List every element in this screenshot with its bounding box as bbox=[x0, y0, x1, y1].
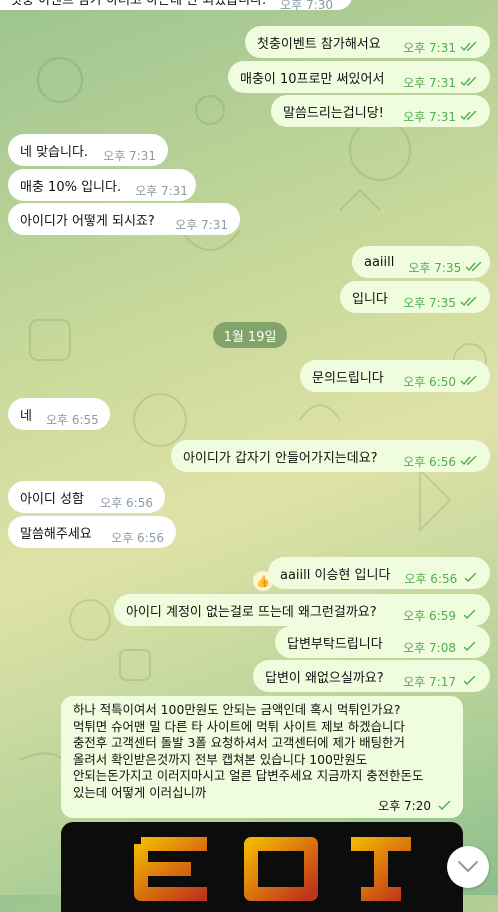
image-message[interactable] bbox=[61, 822, 463, 912]
message-outgoing[interactable]: 아이디가 갑자기 안들어가지는데요? 오후 6:56 bbox=[171, 440, 490, 472]
message-text: 문의드립니다 bbox=[312, 370, 384, 386]
message-text: 답변부탁드립니다 bbox=[287, 636, 383, 652]
message-line: 안되는돈가지고 이러지마시고 얼른 답변주세요 지금까지 충전한돈도 bbox=[73, 768, 424, 783]
message-incoming[interactable]: 네 오후 6:55 bbox=[8, 398, 110, 430]
message-time: 오후 7:31 bbox=[403, 74, 478, 91]
message-text: 말씀해주세요 bbox=[20, 526, 92, 542]
check-icon bbox=[463, 610, 476, 619]
message-line: 충전후 고객센터 돌발 3폴 요청하셔서 고객센터에 제가 배팅한거 bbox=[73, 735, 405, 750]
message-outgoing-long[interactable]: 하나 적특이여서 100만원도 안되는 금액인데 혹시 먹튀인가요? 먹튀면 슈… bbox=[61, 696, 463, 818]
message-time: 오후 6:56 bbox=[111, 530, 164, 545]
message-text: 네 맞습니다. bbox=[20, 144, 89, 160]
message-outgoing[interactable]: 입니다 오후 7:35 bbox=[340, 281, 490, 313]
check-icon bbox=[463, 676, 476, 685]
message-time: 오후 7:31 bbox=[403, 39, 478, 56]
message-time: 오후 6:55 bbox=[45, 412, 99, 427]
message-text: 아이디가 어떻게 되시죠? bbox=[20, 213, 155, 229]
message-outgoing[interactable]: 답변부탁드립니다 오후 7:08 bbox=[275, 626, 490, 658]
message-time: 오후 6:56 bbox=[100, 495, 153, 510]
message-text: aaiill 이승현 입니다 bbox=[280, 567, 391, 583]
message-text: 입니다 bbox=[352, 291, 388, 307]
check-icon bbox=[463, 642, 476, 651]
double-check-icon bbox=[465, 262, 482, 272]
message-text: aaiill bbox=[364, 254, 395, 270]
message-incoming[interactable]: 아이디 성함 오후 6:56 bbox=[8, 481, 165, 513]
message-time: 오후 6:56 bbox=[403, 453, 478, 470]
message-time: 오후 6:56 bbox=[404, 570, 479, 587]
double-check-icon bbox=[460, 376, 477, 386]
message-text: 첫충 이벤트 참가 하려고 하는데 안 되었습니다. bbox=[10, 0, 267, 8]
partial-message-top: 첫충 이벤트 참가 하려고 하는데 안 되었습니다. 오후 7:30 bbox=[0, 0, 352, 10]
message-text: 아이디 계정이 없는걸로 뜨는데 왜그런걸까요? bbox=[126, 604, 377, 620]
message-time: 오후 6:59 bbox=[403, 607, 478, 624]
logo-image bbox=[134, 837, 411, 901]
message-outgoing[interactable]: 매충이 10프로만 써있어서 오후 7:31 bbox=[228, 61, 490, 93]
message-text: 답변이 왜없으실까요? bbox=[265, 670, 384, 686]
message-time: 오후 7:35 bbox=[403, 294, 478, 311]
double-check-icon bbox=[460, 456, 477, 466]
double-check-icon bbox=[460, 42, 477, 52]
check-icon bbox=[438, 800, 451, 810]
message-text: 첫충이벤트 참가해서요 bbox=[257, 36, 381, 52]
message-outgoing[interactable]: 답변이 왜없으실까요? 오후 7:17 bbox=[253, 660, 490, 692]
message-text: 아이디가 갑자기 안들어가지는데요? bbox=[183, 450, 378, 466]
message-line: 하나 적특이여서 100만원도 안되는 금액인데 혹시 먹튀인가요? bbox=[73, 702, 401, 717]
message-time: 오후 6:50 bbox=[403, 373, 478, 390]
message-time: 오후 7:17 bbox=[403, 673, 478, 690]
message-time: 오후 7:20 bbox=[378, 798, 453, 815]
message-text: 말씀드리는겁니당! bbox=[283, 105, 384, 121]
double-check-icon bbox=[460, 111, 477, 121]
message-incoming[interactable]: 아이디가 어떻게 되시죠? 오후 7:31 bbox=[8, 203, 240, 235]
double-check-icon bbox=[460, 297, 477, 307]
message-text: 매충이 10프로만 써있어서 bbox=[240, 71, 385, 87]
check-icon bbox=[464, 573, 477, 582]
message-line: 먹튀면 슈어맨 밀 다른 타 사이트에 먹튀 사이트 제보 하겠습니다 bbox=[73, 718, 405, 734]
message-outgoing[interactable]: 첫충이벤트 참가해서요 오후 7:31 bbox=[245, 26, 490, 58]
message-text: 매충 10% 입니다. bbox=[20, 179, 122, 195]
chevron-down-icon bbox=[458, 861, 478, 873]
message-line: 올려서 확인받은것까지 전부 캡쳐본 있습니다 100만원도 bbox=[73, 751, 368, 767]
message-incoming[interactable]: 네 맞습니다. 오후 7:31 bbox=[8, 134, 168, 166]
message-outgoing[interactable]: 문의드립니다 오후 6:50 bbox=[300, 360, 490, 392]
message-time: 오후 7:31 bbox=[175, 217, 228, 232]
message-incoming[interactable]: 매충 10% 입니다. 오후 7:31 bbox=[8, 169, 196, 201]
date-separator: 1월 19일 bbox=[213, 322, 287, 348]
double-check-icon bbox=[460, 77, 477, 87]
message-incoming[interactable]: 말씀해주세요 오후 6:56 bbox=[8, 516, 176, 548]
message-outgoing[interactable]: aaiill 오후 7:35 bbox=[352, 246, 490, 278]
message-outgoing[interactable]: 말씀드리는겁니당! 오후 7:31 bbox=[271, 95, 490, 127]
message-time: 오후 7:35 bbox=[408, 259, 483, 276]
message-time: 오후 7:30 bbox=[280, 0, 334, 10]
scroll-down-button[interactable] bbox=[447, 846, 489, 888]
message-time: 오후 7:31 bbox=[103, 148, 156, 163]
message-outgoing[interactable]: aaiill 이승현 입니다 오후 6:56 bbox=[268, 557, 490, 589]
message-text: 네 bbox=[20, 408, 32, 424]
message-time: 오후 7:31 bbox=[403, 108, 478, 125]
message-time: 오후 7:31 bbox=[135, 183, 188, 198]
message-time: 오후 7:08 bbox=[403, 639, 478, 656]
message-text: 아이디 성함 bbox=[20, 491, 84, 507]
message-outgoing[interactable]: 아이디 계정이 없는걸로 뜨는데 왜그런걸까요? 오후 6:59 bbox=[114, 594, 490, 626]
